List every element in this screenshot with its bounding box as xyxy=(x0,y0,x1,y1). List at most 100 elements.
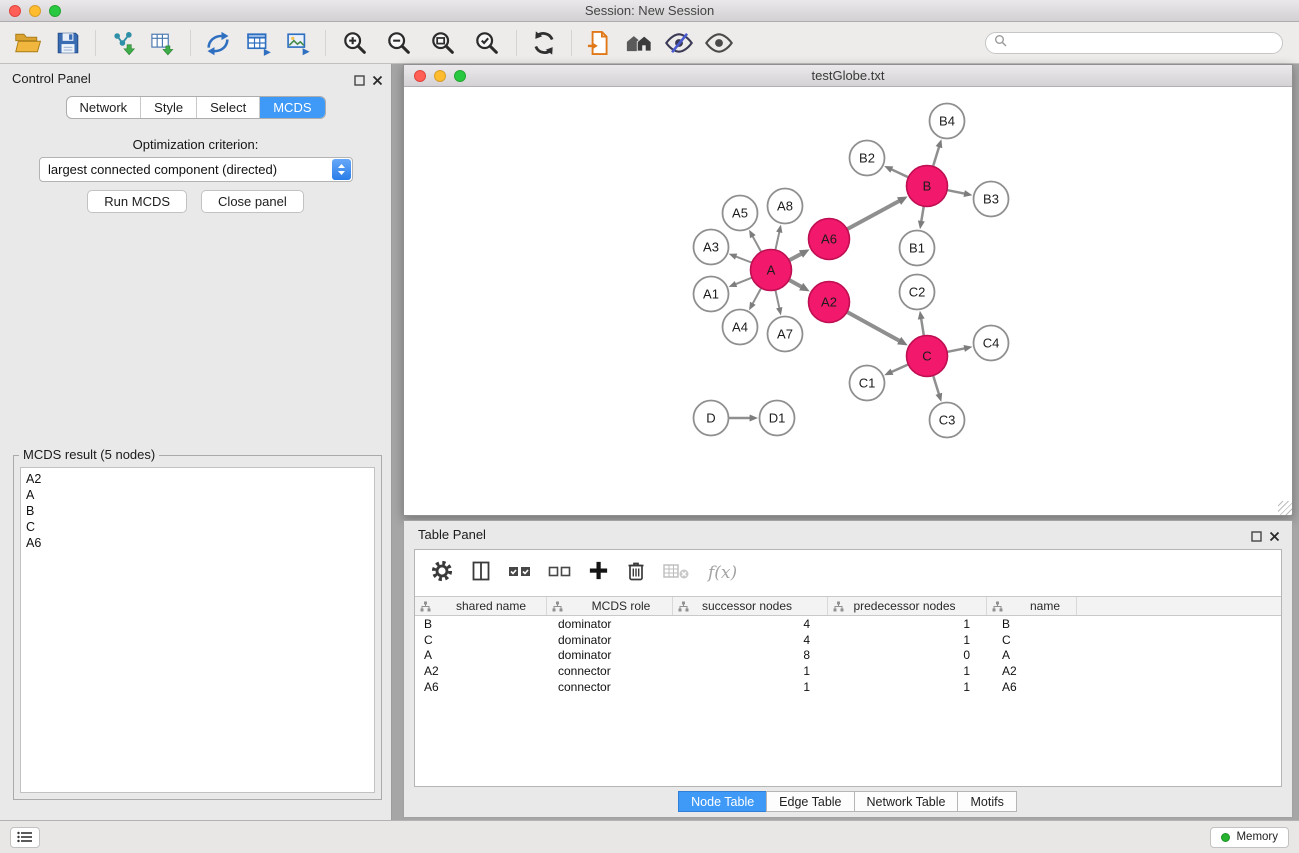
cell[interactable]: 1 xyxy=(673,680,828,694)
cell[interactable]: 1 xyxy=(673,664,828,678)
cell[interactable]: 1 xyxy=(828,664,987,678)
import-network-icon[interactable] xyxy=(106,26,140,60)
select-all-icon[interactable] xyxy=(507,560,533,587)
float-panel-icon[interactable] xyxy=(354,73,365,91)
cell[interactable]: A xyxy=(415,648,547,662)
export-image-icon[interactable] xyxy=(281,26,315,60)
edge-A-A1[interactable] xyxy=(735,278,752,285)
tab-edge-table[interactable]: Edge Table xyxy=(766,791,854,812)
search-input[interactable] xyxy=(1012,36,1274,50)
mcds-result-item[interactable]: C xyxy=(26,519,369,535)
close-panel-button[interactable]: Close panel xyxy=(201,190,304,213)
tab-style[interactable]: Style xyxy=(140,97,196,118)
resize-grip[interactable] xyxy=(1278,501,1292,515)
table-row[interactable]: Bdominator41B xyxy=(415,616,1281,632)
edge-B-B1[interactable] xyxy=(921,207,924,223)
edge-C-C4[interactable] xyxy=(948,348,966,352)
edge-C-C1[interactable] xyxy=(891,365,908,373)
criterion-dropdown[interactable]: largest connected component (directed) xyxy=(39,157,353,182)
cell[interactable]: 1 xyxy=(828,617,987,631)
column-header-shared-name[interactable]: shared name xyxy=(415,597,547,615)
cell[interactable]: B xyxy=(415,617,547,631)
cell[interactable]: 1 xyxy=(828,680,987,694)
import-table-icon[interactable] xyxy=(146,26,180,60)
apply-layout-icon[interactable] xyxy=(527,26,561,60)
open-session-icon[interactable] xyxy=(11,26,45,60)
tab-node-table[interactable]: Node Table xyxy=(678,791,767,812)
new-table-icon[interactable] xyxy=(241,26,275,60)
network-window-titlebar[interactable]: testGlobe.txt xyxy=(404,65,1292,87)
mcds-result-item[interactable]: A6 xyxy=(26,535,369,551)
tab-network[interactable]: Network xyxy=(66,97,140,118)
network-zoom-traffic-light[interactable] xyxy=(454,70,466,82)
edge-C-C3[interactable] xyxy=(933,376,939,395)
table-row[interactable]: A6connector11A6 xyxy=(415,679,1281,695)
run-mcds-button[interactable]: Run MCDS xyxy=(87,190,187,213)
settings-gear-icon[interactable] xyxy=(429,558,455,589)
zoom-fit-icon[interactable] xyxy=(426,26,460,60)
tab-network-table[interactable]: Network Table xyxy=(854,791,959,812)
cell[interactable]: connector xyxy=(547,680,673,694)
delete-table-icon[interactable] xyxy=(662,560,692,587)
mcds-result-item[interactable]: B xyxy=(26,503,369,519)
close-traffic-light[interactable] xyxy=(9,5,21,17)
search-field[interactable] xyxy=(985,32,1283,54)
cell[interactable]: C xyxy=(415,633,547,647)
network-close-traffic-light[interactable] xyxy=(414,70,426,82)
close-panel-icon[interactable] xyxy=(372,73,383,91)
column-header-successor-nodes[interactable]: successor nodes xyxy=(673,597,828,615)
edge-A-A2[interactable] xyxy=(789,280,802,287)
tab-mcds[interactable]: MCDS xyxy=(259,97,324,118)
cell[interactable]: dominator xyxy=(547,648,673,662)
cell[interactable]: 8 xyxy=(673,648,828,662)
hide-selected-icon[interactable] xyxy=(662,26,696,60)
table-float-panel-icon[interactable] xyxy=(1251,529,1262,547)
edge-A-A8[interactable] xyxy=(776,231,780,250)
cell[interactable]: B xyxy=(987,617,1077,631)
cell[interactable]: 4 xyxy=(673,617,828,631)
network-from-selection-icon[interactable] xyxy=(582,26,616,60)
mcds-result-list[interactable]: A2ABCA6 xyxy=(20,467,375,793)
tab-motifs[interactable]: Motifs xyxy=(957,791,1016,812)
edge-C-C2[interactable] xyxy=(921,318,924,336)
cell[interactable]: A6 xyxy=(415,680,547,694)
column-header-predecessor-nodes[interactable]: predecessor nodes xyxy=(828,597,987,615)
table-row[interactable]: Cdominator41C xyxy=(415,632,1281,648)
edge-A-A7[interactable] xyxy=(776,291,780,310)
show-columns-icon[interactable] xyxy=(469,559,493,588)
cell[interactable]: 1 xyxy=(828,633,987,647)
zoom-in-icon[interactable] xyxy=(338,26,372,60)
memory-button[interactable]: Memory xyxy=(1210,827,1289,848)
cell[interactable]: A2 xyxy=(987,664,1077,678)
network-canvas[interactable]: B4B2BB3A5A8A6B1A3AC2A1A2A4A7C4CC1C3DD1 xyxy=(404,87,1292,515)
edge-A-A3[interactable] xyxy=(735,256,752,262)
cell[interactable]: C xyxy=(987,633,1077,647)
edge-A-A4[interactable] xyxy=(752,288,761,304)
add-column-icon[interactable] xyxy=(587,559,610,587)
table-row[interactable]: A2connector11A2 xyxy=(415,663,1281,679)
table-row[interactable]: Adominator80A xyxy=(415,647,1281,663)
minimize-traffic-light[interactable] xyxy=(29,5,41,17)
mcds-result-item[interactable]: A xyxy=(26,487,369,503)
function-builder-icon[interactable]: f(x) xyxy=(708,563,737,583)
edge-A-A5[interactable] xyxy=(752,235,761,251)
first-neighbors-icon[interactable] xyxy=(622,26,656,60)
cell[interactable]: A xyxy=(987,648,1077,662)
cell[interactable]: dominator xyxy=(547,633,673,647)
network-minimize-traffic-light[interactable] xyxy=(434,70,446,82)
zoom-selected-icon[interactable] xyxy=(470,26,504,60)
column-header-MCDS-role[interactable]: MCDS role xyxy=(547,597,673,615)
table-close-panel-icon[interactable] xyxy=(1269,529,1280,547)
save-session-icon[interactable] xyxy=(51,26,85,60)
mcds-result-item[interactable]: A2 xyxy=(26,471,369,487)
cell[interactable]: A2 xyxy=(415,664,547,678)
zoom-traffic-light[interactable] xyxy=(49,5,61,17)
deselect-all-icon[interactable] xyxy=(547,560,573,587)
cell[interactable]: 4 xyxy=(673,633,828,647)
cell[interactable]: 0 xyxy=(828,648,987,662)
zoom-out-icon[interactable] xyxy=(382,26,416,60)
new-network-icon[interactable] xyxy=(201,26,235,60)
edge-B-B2[interactable] xyxy=(890,169,908,177)
edge-A-A6[interactable] xyxy=(790,253,803,260)
cell[interactable]: A6 xyxy=(987,680,1077,694)
